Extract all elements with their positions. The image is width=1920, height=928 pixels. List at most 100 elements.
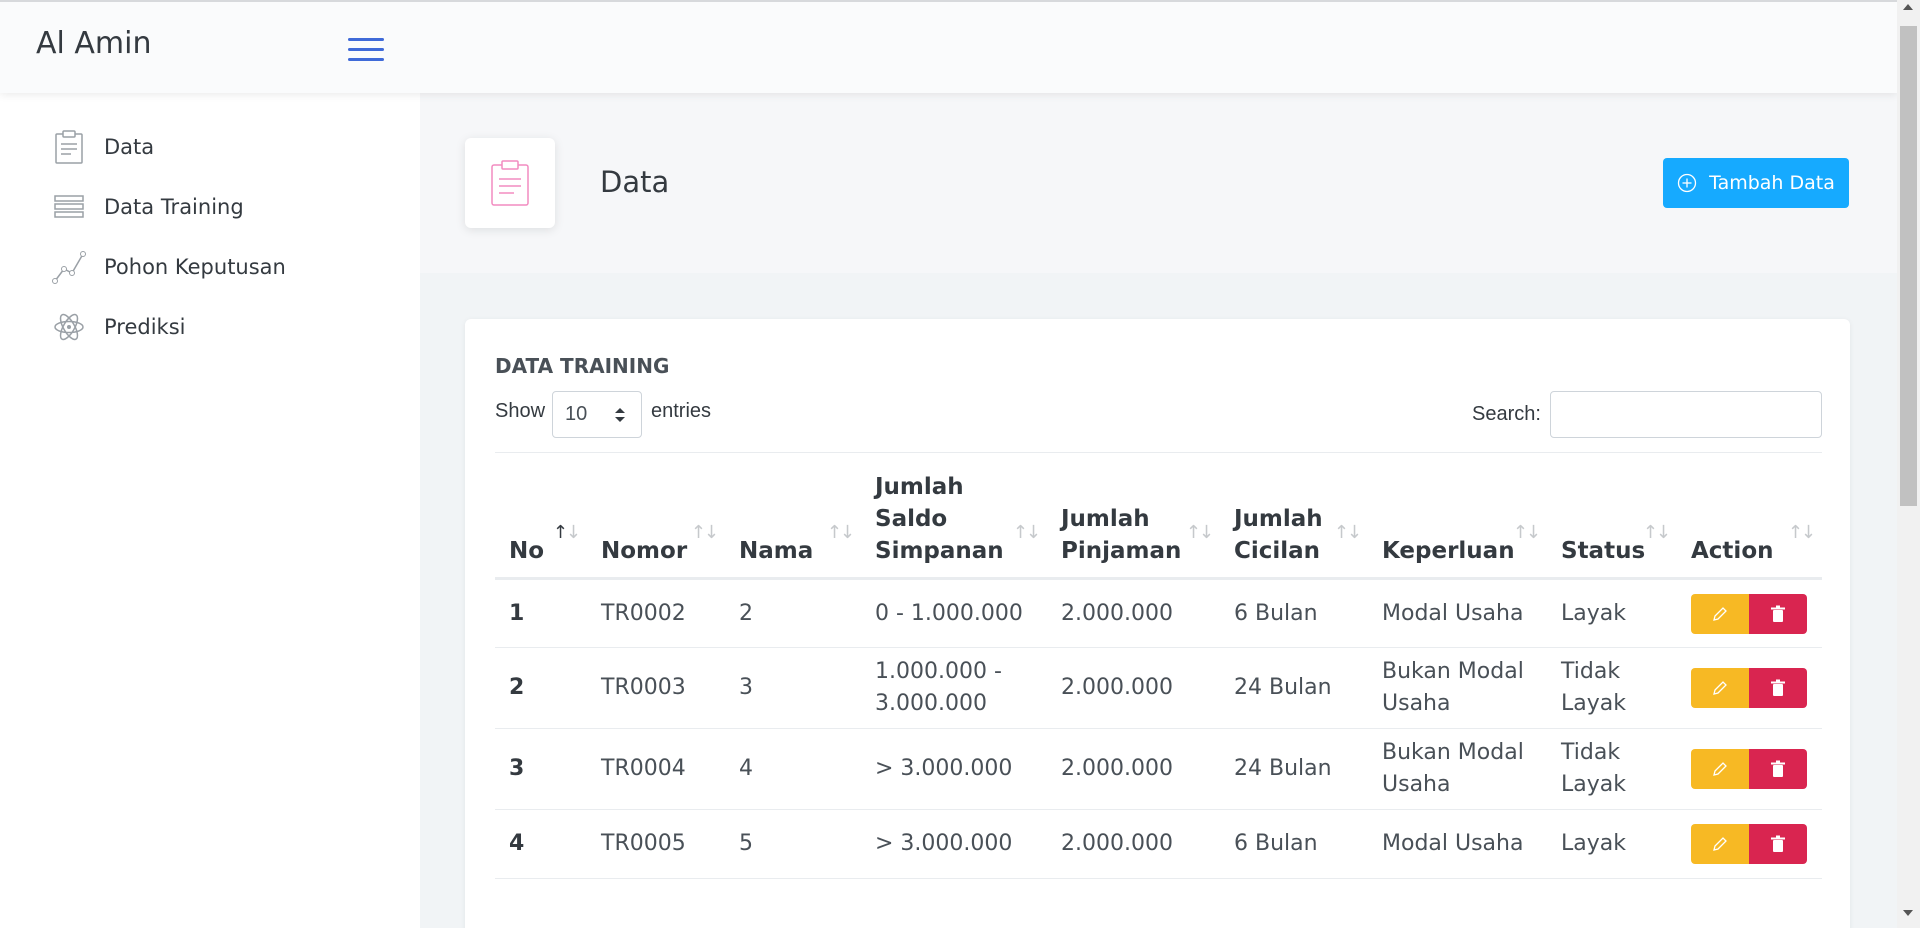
cell-nomor: TR0003 [587, 647, 725, 729]
trash-icon [1771, 679, 1785, 696]
sidebar-item-data-training[interactable]: Data Training [52, 187, 382, 227]
sort-icon: ↑↓ [1012, 522, 1041, 543]
search-input[interactable] [1550, 391, 1822, 438]
show-label: Show [495, 400, 546, 422]
sidebar-item-prediksi[interactable]: Prediksi [52, 307, 382, 347]
cell-status: Tidak Layak [1547, 647, 1677, 729]
sidebar-item-label: Pohon Keputusan [104, 255, 286, 279]
sort-icon: ↑↓ [1787, 522, 1816, 543]
delete-button[interactable] [1749, 593, 1807, 634]
edit-button[interactable] [1691, 668, 1749, 708]
main-content: Data Tambah Data DATA TRAINING Show 10 e… [420, 93, 1897, 928]
sidebar-item-pohon-keputusan[interactable]: Pohon Keputusan [52, 247, 382, 287]
table-row: 4 TR0005 5 > 3.000.000 2.000.000 6 Bulan… [495, 809, 1822, 879]
cell-saldo: > 3.000.000 [861, 728, 1047, 810]
clipboard-icon [52, 130, 86, 164]
sidebar-item-label: Prediksi [104, 315, 186, 339]
sort-icon: ↑↓ [1185, 522, 1214, 543]
cell-nomor: TR0002 [587, 578, 725, 648]
sidebar-item-label: Data [104, 135, 155, 159]
cell-nama: 5 [725, 809, 861, 879]
cell-saldo: 0 - 1.000.000 [861, 578, 1047, 648]
table-row: 3 TR0004 4 > 3.000.000 2.000.000 24 Bula… [495, 728, 1822, 810]
sidebar: Data Data Training Pohon Keputusan Predi… [0, 93, 420, 928]
column-header-action[interactable]: Action ↑↓ [1677, 452, 1822, 580]
column-header-pinjaman[interactable]: Jumlah Pinjaman ↑↓ [1047, 452, 1220, 580]
page-title-bar: Data Tambah Data [420, 93, 1897, 273]
pencil-icon [1713, 837, 1727, 851]
cell-action [1677, 647, 1822, 729]
cell-cicilan: 24 Bulan [1220, 647, 1368, 729]
data-training-table: No ↑↓ Nomor ↑↓ Nama ↑↓ Jumlah Saldo Simpana… [495, 452, 1822, 879]
cell-keperluan: Bukan Modal Usaha [1368, 728, 1547, 810]
pencil-icon [1713, 606, 1727, 621]
column-header-cicilan[interactable]: Jumlah Cicilan ↑↓ [1220, 452, 1368, 580]
sort-icon: ↑↓ [1333, 522, 1362, 543]
cell-nama: 4 [725, 728, 861, 810]
cell-status: Layak [1547, 809, 1677, 879]
entries-select[interactable]: 10 [552, 391, 642, 438]
list-icon [52, 190, 86, 224]
trash-icon [1771, 760, 1785, 777]
sort-icon: ↑↓ [690, 522, 719, 543]
cell-no: 2 [495, 647, 587, 729]
cell-nama: 2 [725, 578, 861, 648]
hamburger-menu-icon[interactable] [348, 38, 384, 62]
cell-action [1677, 728, 1822, 810]
table-header-row: No ↑↓ Nomor ↑↓ Nama ↑↓ Jumlah Saldo Simpana… [495, 452, 1822, 580]
table-row: 1 TR0002 2 0 - 1.000.000 2.000.000 6 Bul… [495, 578, 1822, 648]
brand-logo[interactable]: Al Amin [36, 26, 152, 61]
page-scrollbar[interactable] [1897, 0, 1920, 928]
column-header-keperluan[interactable]: Keperluan ↑↓ [1368, 452, 1547, 580]
edit-button[interactable] [1691, 824, 1749, 864]
column-header-nomor[interactable]: Nomor ↑↓ [587, 452, 725, 580]
table-row: 2 TR0003 3 1.000.000 - 3.000.000 2.000.0… [495, 647, 1822, 729]
column-header-status[interactable]: Status ↑↓ [1547, 452, 1677, 580]
cell-status: Tidak Layak [1547, 728, 1677, 810]
scroll-up-arrow-icon[interactable] [1903, 4, 1913, 10]
sort-asc-icon: ↑↓ [552, 522, 581, 543]
cell-no: 3 [495, 728, 587, 810]
sort-icon: ↑↓ [1642, 522, 1671, 543]
select-arrows-icon [615, 408, 625, 422]
pencil-icon [1713, 762, 1727, 776]
edit-button[interactable] [1691, 593, 1749, 634]
top-bar: Al Amin [0, 0, 1897, 93]
trash-icon [1771, 835, 1785, 852]
sort-icon: ↑↓ [826, 522, 855, 543]
column-header-no[interactable]: No ↑↓ [495, 452, 587, 580]
delete-button[interactable] [1749, 749, 1807, 789]
scrollbar-thumb[interactable] [1900, 26, 1917, 506]
column-header-nama[interactable]: Nama ↑↓ [725, 452, 861, 580]
cell-cicilan: 6 Bulan [1220, 578, 1368, 648]
cell-pinjaman: 2.000.000 [1047, 647, 1220, 729]
page-title-clipboard-icon [465, 138, 555, 228]
card-title: DATA TRAINING [495, 354, 670, 378]
sidebar-item-label: Data Training [104, 195, 244, 219]
add-data-label: Tambah Data [1709, 172, 1835, 194]
entries-label: entries [651, 400, 712, 422]
edit-button[interactable] [1691, 749, 1749, 789]
cell-pinjaman: 2.000.000 [1047, 809, 1220, 879]
atom-icon [52, 310, 86, 344]
page-title: Data [600, 165, 670, 199]
cell-keperluan: Bukan Modal Usaha [1368, 647, 1547, 729]
cell-action [1677, 578, 1822, 648]
cell-no: 1 [495, 578, 587, 648]
pencil-icon [1713, 681, 1727, 695]
trash-icon [1771, 605, 1785, 622]
graph-icon [52, 250, 86, 284]
search-label: Search: [1472, 403, 1541, 425]
delete-button[interactable] [1749, 668, 1807, 708]
sidebar-item-data[interactable]: Data [52, 127, 382, 167]
entries-select-value: 10 [565, 403, 588, 425]
cell-keperluan: Modal Usaha [1368, 809, 1547, 879]
cell-cicilan: 24 Bulan [1220, 728, 1368, 810]
column-header-saldo[interactable]: Jumlah Saldo Simpanan ↑↓ [861, 452, 1047, 580]
add-data-button[interactable]: Tambah Data [1663, 158, 1849, 208]
scroll-down-arrow-icon[interactable] [1903, 910, 1913, 916]
cell-pinjaman: 2.000.000 [1047, 578, 1220, 648]
delete-button[interactable] [1749, 824, 1807, 864]
plus-circle-icon [1677, 173, 1697, 193]
cell-nomor: TR0004 [587, 728, 725, 810]
